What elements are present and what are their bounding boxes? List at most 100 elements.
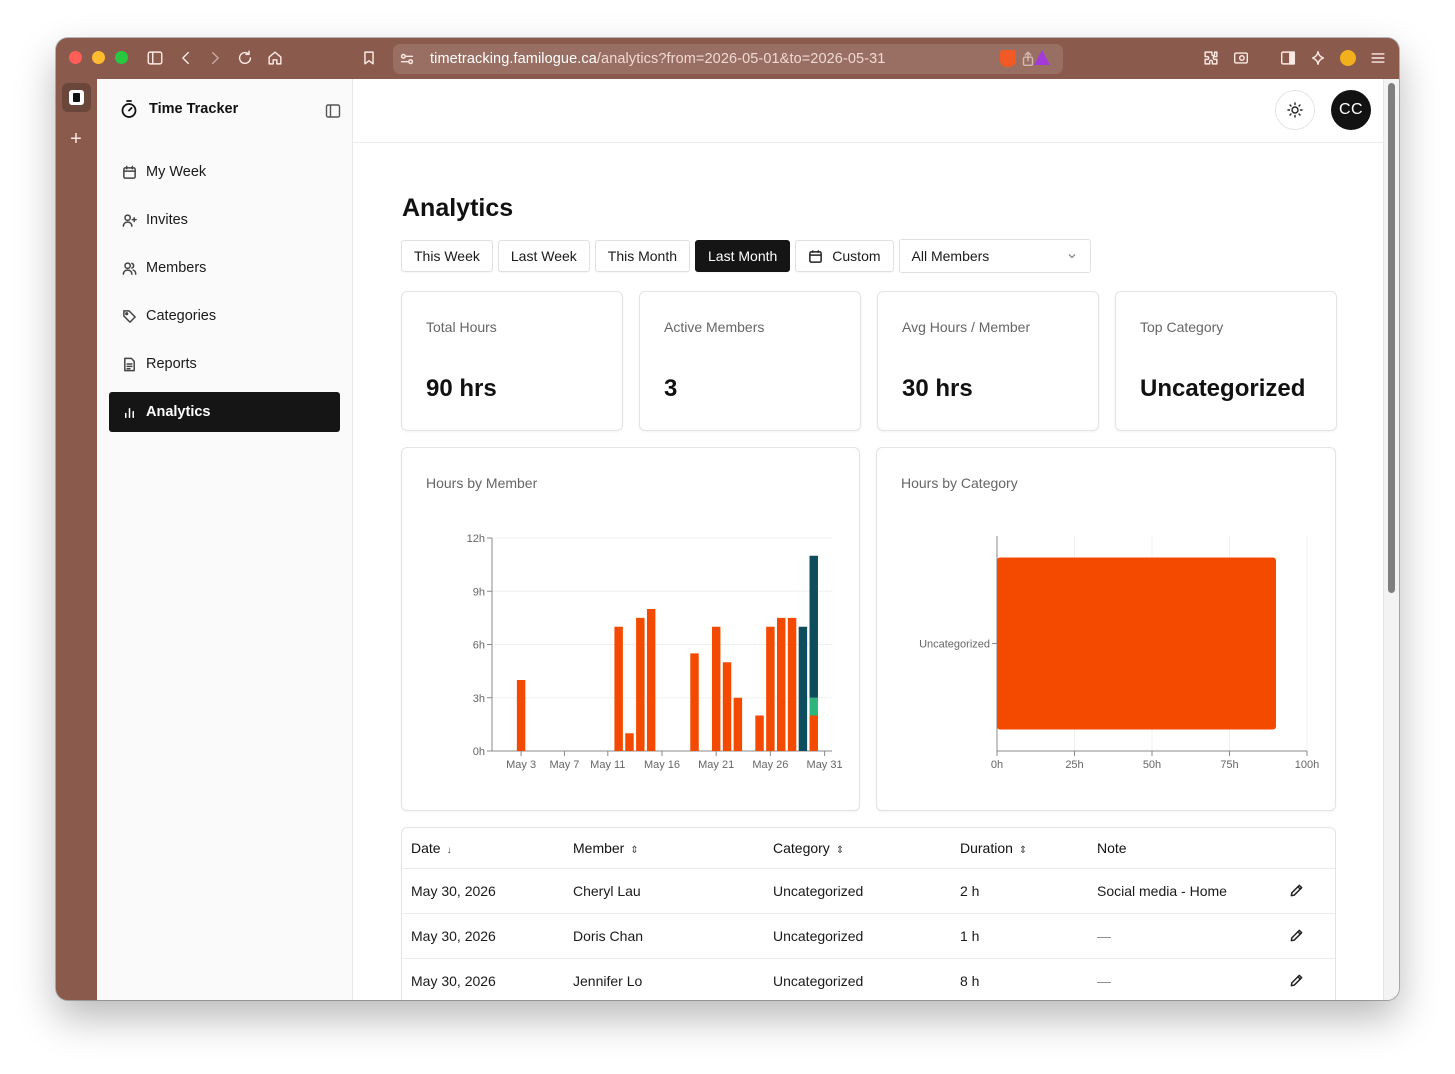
brave-shields-icon[interactable] <box>1000 50 1016 67</box>
bar <box>997 557 1276 730</box>
page-scrollbar[interactable] <box>1383 79 1399 1000</box>
filter-this-week-button[interactable]: This Week <box>401 240 493 272</box>
forward-icon[interactable] <box>205 48 225 68</box>
leo-ai-icon[interactable] <box>1308 48 1328 68</box>
pencil-icon <box>1290 884 1303 897</box>
sidebar-item-invites[interactable]: Invites <box>109 200 340 240</box>
new-tab-button[interactable]: + <box>66 129 86 149</box>
address-bar[interactable]: timetracking.familogue.ca/analytics?from… <box>393 44 1063 74</box>
y-tick-label: 9h <box>473 586 485 598</box>
site-favicon-icon <box>69 90 84 105</box>
stat-value: 30 hrs <box>902 375 973 402</box>
table-row: May 30, 2026 Cheryl Lau Uncategorized 2 … <box>402 869 1335 914</box>
active-tab[interactable] <box>62 83 91 112</box>
bar <box>646 609 656 751</box>
cell-duration: 1 h <box>960 928 980 944</box>
column-header-date[interactable]: Date ↓ <box>411 840 452 856</box>
edit-entry-button[interactable] <box>1289 973 1305 989</box>
sidebar-item-analytics[interactable]: Analytics <box>109 392 340 432</box>
column-header-duration[interactable]: Duration ⇕ <box>960 840 1027 856</box>
profile-icon[interactable] <box>1340 50 1356 66</box>
column-header-label: Member <box>573 840 625 856</box>
filter-this-month-button[interactable]: This Month <box>594 240 691 272</box>
x-tick-label: May 21 <box>698 759 734 771</box>
x-tick-label: 75h <box>1220 759 1238 771</box>
sidebar-item-categories[interactable]: Categories <box>109 296 340 336</box>
member-select[interactable]: All Members <box>898 239 1091 273</box>
hours-by-category-chart: 0h 25h 50h 75h 100h Uncategorized <box>919 536 1319 771</box>
column-header-label: Date <box>411 840 441 856</box>
pencil-icon <box>1290 929 1303 942</box>
arrow-down-icon: ↓ <box>446 845 452 856</box>
stat-card-active-members: Active Members 3 <box>639 291 861 431</box>
users-icon <box>122 261 137 275</box>
app-name: Time Tracker <box>149 101 239 117</box>
sidebar-item-members[interactable]: Members <box>109 248 340 288</box>
sidebar-item-reports[interactable]: Reports <box>109 344 340 384</box>
close-window-button[interactable] <box>69 51 82 64</box>
member-select-value: All Members <box>911 248 990 264</box>
extensions-icon[interactable] <box>1201 48 1221 68</box>
y-tick-label: 6h <box>473 640 485 652</box>
sun-icon <box>1287 102 1303 118</box>
avatar[interactable]: CC <box>1331 90 1371 130</box>
cell-category: Uncategorized <box>773 883 864 899</box>
filter-last-week-button[interactable]: Last Week <box>497 240 590 272</box>
url-host: timetracking.familogue.ca <box>430 51 597 67</box>
cell-category: Uncategorized <box>773 973 864 989</box>
x-tick-label: May 16 <box>644 759 680 771</box>
y-tick-label: 3h <box>473 693 485 705</box>
app-sidebar: Time Tracker My Week Invites Members Cat… <box>97 79 353 1000</box>
custom-range-label: Custom <box>832 248 881 264</box>
sort-icon: ⇕ <box>630 845 639 856</box>
home-icon[interactable] <box>265 48 285 68</box>
browser-toolbar: timetracking.familogue.ca/analytics?from… <box>56 38 1399 79</box>
bar <box>516 680 526 751</box>
column-header-member[interactable]: Member ⇕ <box>573 840 639 856</box>
column-header-category[interactable]: Category ⇕ <box>773 840 844 856</box>
filter-last-month-button[interactable]: Last Month <box>695 240 791 272</box>
custom-range-button[interactable]: Custom <box>795 240 894 272</box>
table-header-row: Date ↓ Member ⇕ Category ⇕ Duration ⇕ Note <box>402 828 1335 869</box>
cell-date: May 30, 2026 <box>411 973 496 989</box>
maximize-window-button[interactable] <box>115 51 128 64</box>
brave-rewards-icon[interactable] <box>1034 50 1050 65</box>
wallet-icon[interactable] <box>1231 48 1251 68</box>
cell-member: Doris Chan <box>573 928 644 944</box>
stat-card-avg-hours: Avg Hours / Member 30 hrs <box>877 291 1099 431</box>
bookmark-icon[interactable] <box>359 48 379 68</box>
cell-duration: 8 h <box>960 973 980 989</box>
file-text-icon <box>124 357 135 371</box>
bar <box>733 697 743 751</box>
browser-window: timetracking.familogue.ca/analytics?from… <box>56 38 1399 1000</box>
sidebar-item-my-week[interactable]: My Week <box>109 152 340 192</box>
sidebar-panel-icon[interactable] <box>1278 48 1298 68</box>
x-tick-label: 25h <box>1065 759 1083 771</box>
stat-label: Avg Hours / Member <box>902 319 1031 335</box>
theme-toggle-button[interactable] <box>1275 90 1315 130</box>
bar <box>776 617 786 751</box>
stat-label: Total Hours <box>426 319 497 335</box>
cell-duration: 2 h <box>960 883 980 899</box>
app-brand[interactable]: Time Tracker <box>119 99 238 119</box>
hours-by-member-card: Hours by Member 0h 3h 6h 9h 12h May 3 May 7 May… <box>401 447 860 811</box>
scrollbar-thumb[interactable] <box>1388 83 1395 593</box>
column-header-label: Category <box>773 840 830 856</box>
back-icon[interactable] <box>176 48 196 68</box>
panel-left-icon <box>325 104 341 118</box>
minimize-window-button[interactable] <box>92 51 105 64</box>
sidebar-item-label: Categories <box>146 308 217 324</box>
sidebar-item-label: Members <box>146 260 207 276</box>
menu-icon[interactable] <box>1368 48 1388 68</box>
sort-icon: ⇕ <box>1018 845 1028 856</box>
edit-entry-button[interactable] <box>1289 928 1305 944</box>
sidebar-toggle-icon[interactable] <box>145 48 165 68</box>
date-filter-bar: This Week Last Week This Month Last Mont… <box>401 239 1091 274</box>
site-settings-icon[interactable] <box>397 49 417 69</box>
x-tick-label: May 26 <box>752 759 788 771</box>
x-tick-label: May 7 <box>549 759 579 771</box>
collapse-sidebar-button[interactable] <box>323 101 343 121</box>
reload-icon[interactable] <box>235 48 255 68</box>
hours-by-member-chart: 0h 3h 6h 9h 12h May 3 May 7 May 11 May 16 May 21 M… <box>467 533 843 771</box>
edit-entry-button[interactable] <box>1289 883 1305 899</box>
